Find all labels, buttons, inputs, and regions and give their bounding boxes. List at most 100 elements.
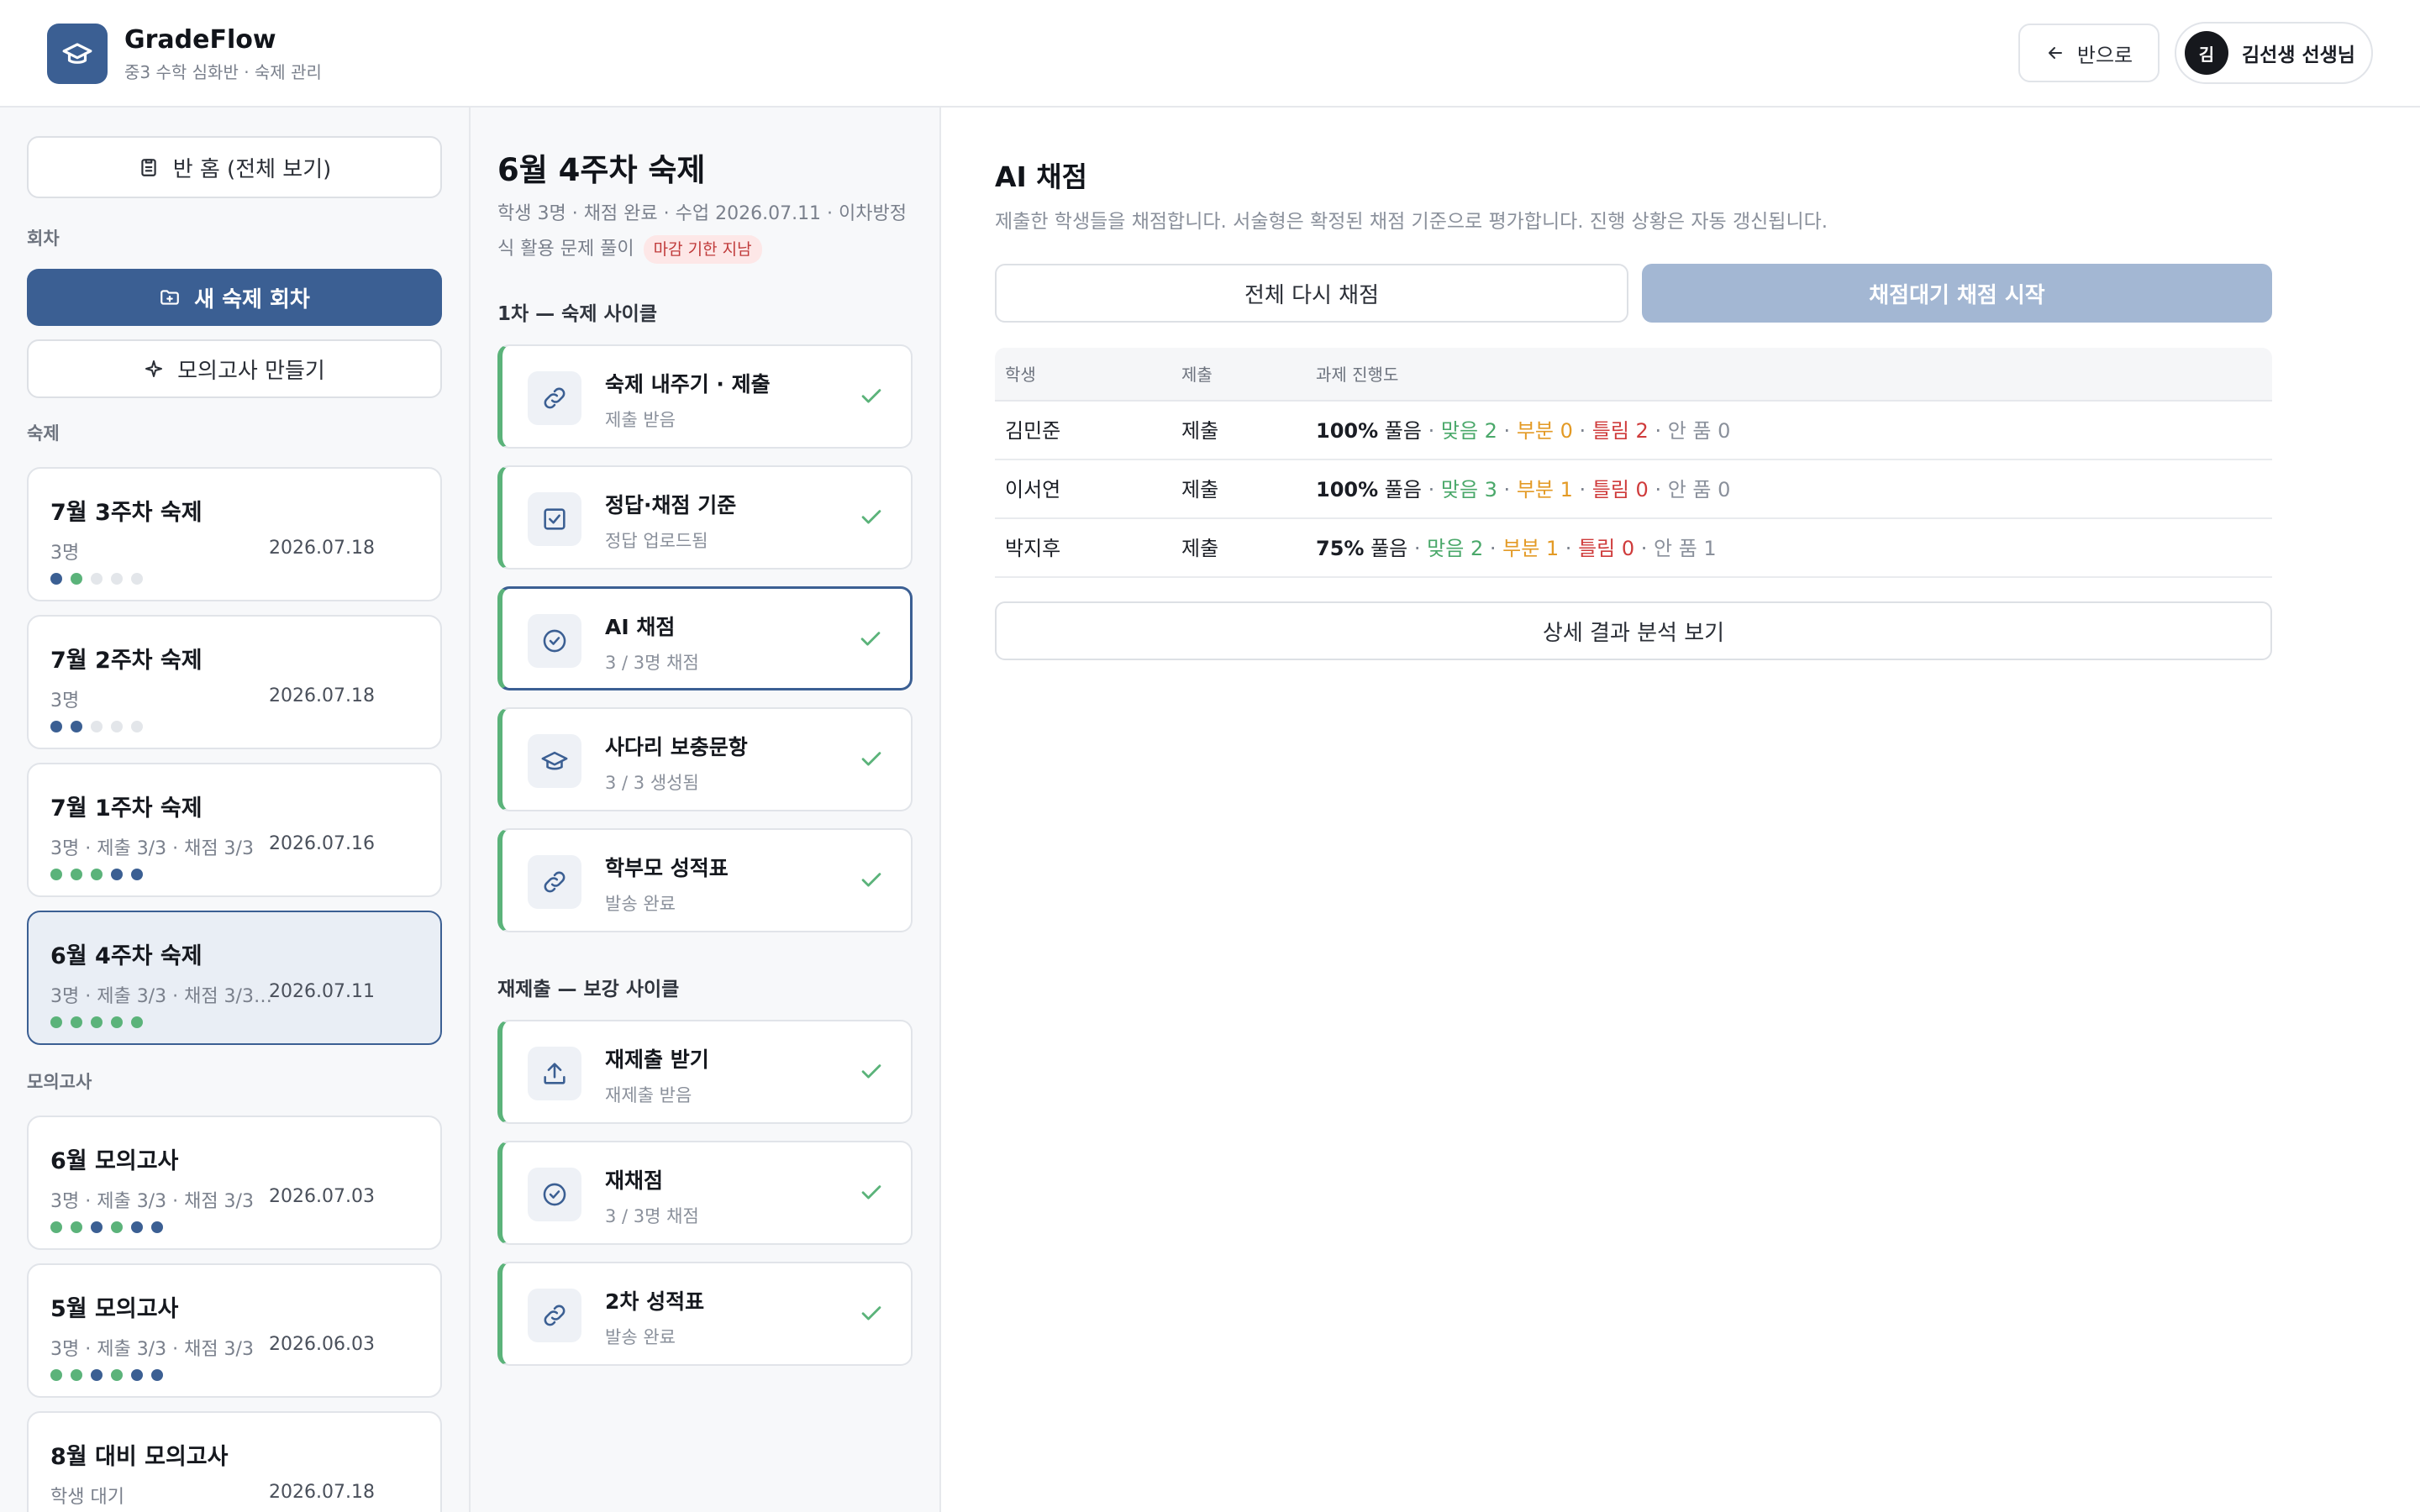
step-title: AI 채점: [605, 615, 676, 639]
link-icon: [528, 1289, 581, 1342]
progress-dot: [151, 1221, 163, 1233]
step-title: 숙제 내주기 · 제출: [605, 372, 771, 396]
start-grading-button[interactable]: 채점대기 채점 시작: [1642, 264, 2272, 323]
submission-status: 제출: [1181, 419, 1219, 443]
homework-card[interactable]: 7월 2주차 숙제 3명 2026.07.18: [27, 615, 442, 749]
section-homework: 숙제: [27, 423, 60, 444]
progress-dot: [151, 1369, 163, 1381]
new-round-button[interactable]: 새 숙제 회차: [27, 269, 442, 326]
homework-title: 6월 4주차 숙제: [50, 943, 203, 969]
class-home-label: 반 홈 (전체 보기): [172, 156, 332, 182]
progress-dot: [71, 1016, 82, 1028]
workflow-step[interactable]: 학부모 성적표 발송 완료: [497, 828, 913, 932]
column-progress: 과제 진행도: [1316, 365, 1399, 385]
mock-exam-meta: 학생 대기: [50, 1487, 124, 1508]
progress-dots: [50, 869, 143, 880]
homework-date: 2026.07.18: [269, 685, 375, 706]
workflow-step[interactable]: 재채점 3 / 3명 채점: [497, 1141, 913, 1245]
create-mock-exam-button[interactable]: 모의고사 만들기: [27, 339, 442, 398]
progress-dots: [50, 1016, 143, 1028]
homework-card[interactable]: 7월 1주차 숙제 3명 · 제출 3/3 · 채점 3/3 2026.07.1…: [27, 763, 442, 897]
table-row[interactable]: 박지후 제출 75% 풀음 · 맞음 2 · 부분 1 · 틀림 0 · 안 품 1: [995, 519, 2272, 578]
unsolved-count: 안 품 0: [1667, 419, 1731, 443]
workflow-step[interactable]: 2차 성적표 발송 완료: [497, 1262, 913, 1366]
section-mock-exams: 모의고사: [27, 1072, 92, 1092]
progress-dot: [111, 1369, 123, 1381]
back-button-label: 반으로: [2076, 43, 2133, 67]
progress-dots: [50, 1221, 163, 1233]
submission-status: 제출: [1181, 537, 1219, 560]
view-detailed-analysis-button[interactable]: 상세 결과 분석 보기: [995, 601, 2272, 660]
mock-exam-card[interactable]: 5월 모의고사 3명 · 제출 3/3 · 채점 3/3 2026.06.03: [27, 1263, 442, 1398]
solved-label: 풀음: [1384, 478, 1422, 501]
check-icon: [861, 752, 881, 766]
progress-dot: [50, 721, 62, 732]
mock-exam-title: 5월 모의고사: [50, 1296, 179, 1322]
mock-exam-card[interactable]: 6월 모의고사 3명 · 제출 3/3 · 채점 3/3 2026.07.03: [27, 1116, 442, 1250]
check-icon: [860, 632, 881, 646]
homework-meta: 3명: [50, 543, 80, 564]
solved-label: 풀음: [1384, 419, 1422, 443]
progress-percent: 75%: [1316, 537, 1365, 560]
workflow-step[interactable]: 숙제 내주기 · 제출제출 받음: [497, 344, 913, 449]
user-name: 김선생 선생님: [2242, 45, 2355, 66]
step-title: 2차 성적표: [605, 1289, 705, 1314]
app-subtitle: 중3 수학 심화반 · 숙제 관리: [124, 62, 322, 82]
mock-exam-card[interactable]: 8월 대비 모의고사 학생 대기 2026.07.18: [27, 1411, 442, 1512]
step-status: 정답 업로드됨: [605, 531, 708, 551]
app-header: GradeFlow 중3 수학 심화반 · 숙제 관리 반으로 김 김선생 선생…: [0, 0, 2420, 108]
progress-dots: [50, 573, 143, 585]
progress-dot: [71, 573, 82, 585]
mock-exam-date: 2026.06.03: [269, 1334, 375, 1355]
table-header: 학생 제출 과제 진행도: [995, 348, 2272, 402]
wrong-count: 틀림 0: [1591, 478, 1649, 501]
graduation-cap-logo-icon: [47, 24, 108, 84]
step-status: 발송 완료: [605, 894, 676, 914]
table-row[interactable]: 김민준 제출 100% 풀음 · 맞음 2 · 부분 0 · 틀림 2 · 안 품 …: [995, 402, 2272, 460]
workflow-step[interactable]: AI 채점 3 / 3명 채점: [497, 586, 913, 690]
partial-count: 부분 0: [1516, 419, 1573, 443]
wrong-count: 틀림 2: [1591, 419, 1649, 443]
progress-dot: [50, 573, 62, 585]
progress-summary: 75% 풀음 · 맞음 2 · 부분 1 · 틀림 0 · 안 품 1: [1316, 537, 1717, 560]
table-row[interactable]: 이서연 제출 100% 풀음 · 맞음 3 · 부분 1 · 틀림 0 · 안 품 …: [995, 460, 2272, 519]
check-icon: [861, 1064, 881, 1079]
unsolved-count: 안 품 0: [1667, 478, 1731, 501]
class-home-button[interactable]: 반 홈 (전체 보기): [27, 136, 442, 198]
progress-dot: [91, 869, 103, 880]
upload-icon: [528, 1047, 581, 1100]
homework-meta: 3명 · 제출 3/3 · 채점 3/3 · 보충 3/3: [50, 986, 277, 1007]
homework-title: 7월 1주차 숙제: [50, 795, 203, 822]
homework-card[interactable]: 7월 3주차 숙제 3명 2026.07.18: [27, 467, 442, 601]
workflow-step[interactable]: 재제출 받기 재제출 받음: [497, 1020, 913, 1124]
homework-card-selected[interactable]: 6월 4주차 숙제 3명 · 제출 3/3 · 채점 3/3 · 보충 3/3 …: [27, 911, 442, 1045]
solved-label: 풀음: [1370, 537, 1408, 560]
workflow-step[interactable]: 정답·채점 기준정답 업로드됨: [497, 465, 913, 570]
unsolved-count: 안 품 1: [1654, 537, 1717, 560]
check-icon: [861, 873, 881, 887]
user-menu[interactable]: 김 김선생 선생님: [2175, 22, 2373, 84]
step-status: 3 / 3명 채점: [605, 653, 699, 673]
step-title: 재채점: [605, 1168, 664, 1193]
wrong-count: 틀림 0: [1578, 537, 1635, 560]
step-title: 정답·채점 기준: [605, 493, 737, 517]
homework-detail-column: 6월 4주차 숙제 학생 3명 · 채점 완료 · 수업 2026.07.11 …: [471, 108, 941, 1512]
mock-exam-date: 2026.07.03: [269, 1186, 375, 1207]
progress-dots: [50, 721, 143, 732]
checkbox-icon: [528, 492, 581, 546]
section-rounds: 회차: [27, 228, 60, 249]
mock-exam-title: 6월 모의고사: [50, 1148, 179, 1174]
step-status: 제출 받음: [605, 410, 676, 430]
progress-dot: [50, 1369, 62, 1381]
progress-dot: [111, 573, 123, 585]
homework-date: 2026.07.16: [269, 833, 375, 854]
avatar: 김: [2185, 31, 2228, 75]
back-to-class-button[interactable]: 반으로: [2018, 24, 2160, 82]
app-name: GradeFlow: [124, 25, 276, 55]
check-icon: [861, 1185, 881, 1200]
regrade-all-button[interactable]: 전체 다시 채점: [995, 264, 1628, 323]
correct-count: 맞음 2: [1440, 419, 1497, 443]
progress-dot: [131, 1016, 143, 1028]
progress-dot: [131, 1369, 143, 1381]
workflow-step[interactable]: 사다리 보충문항 3 / 3 생성됨: [497, 707, 913, 811]
